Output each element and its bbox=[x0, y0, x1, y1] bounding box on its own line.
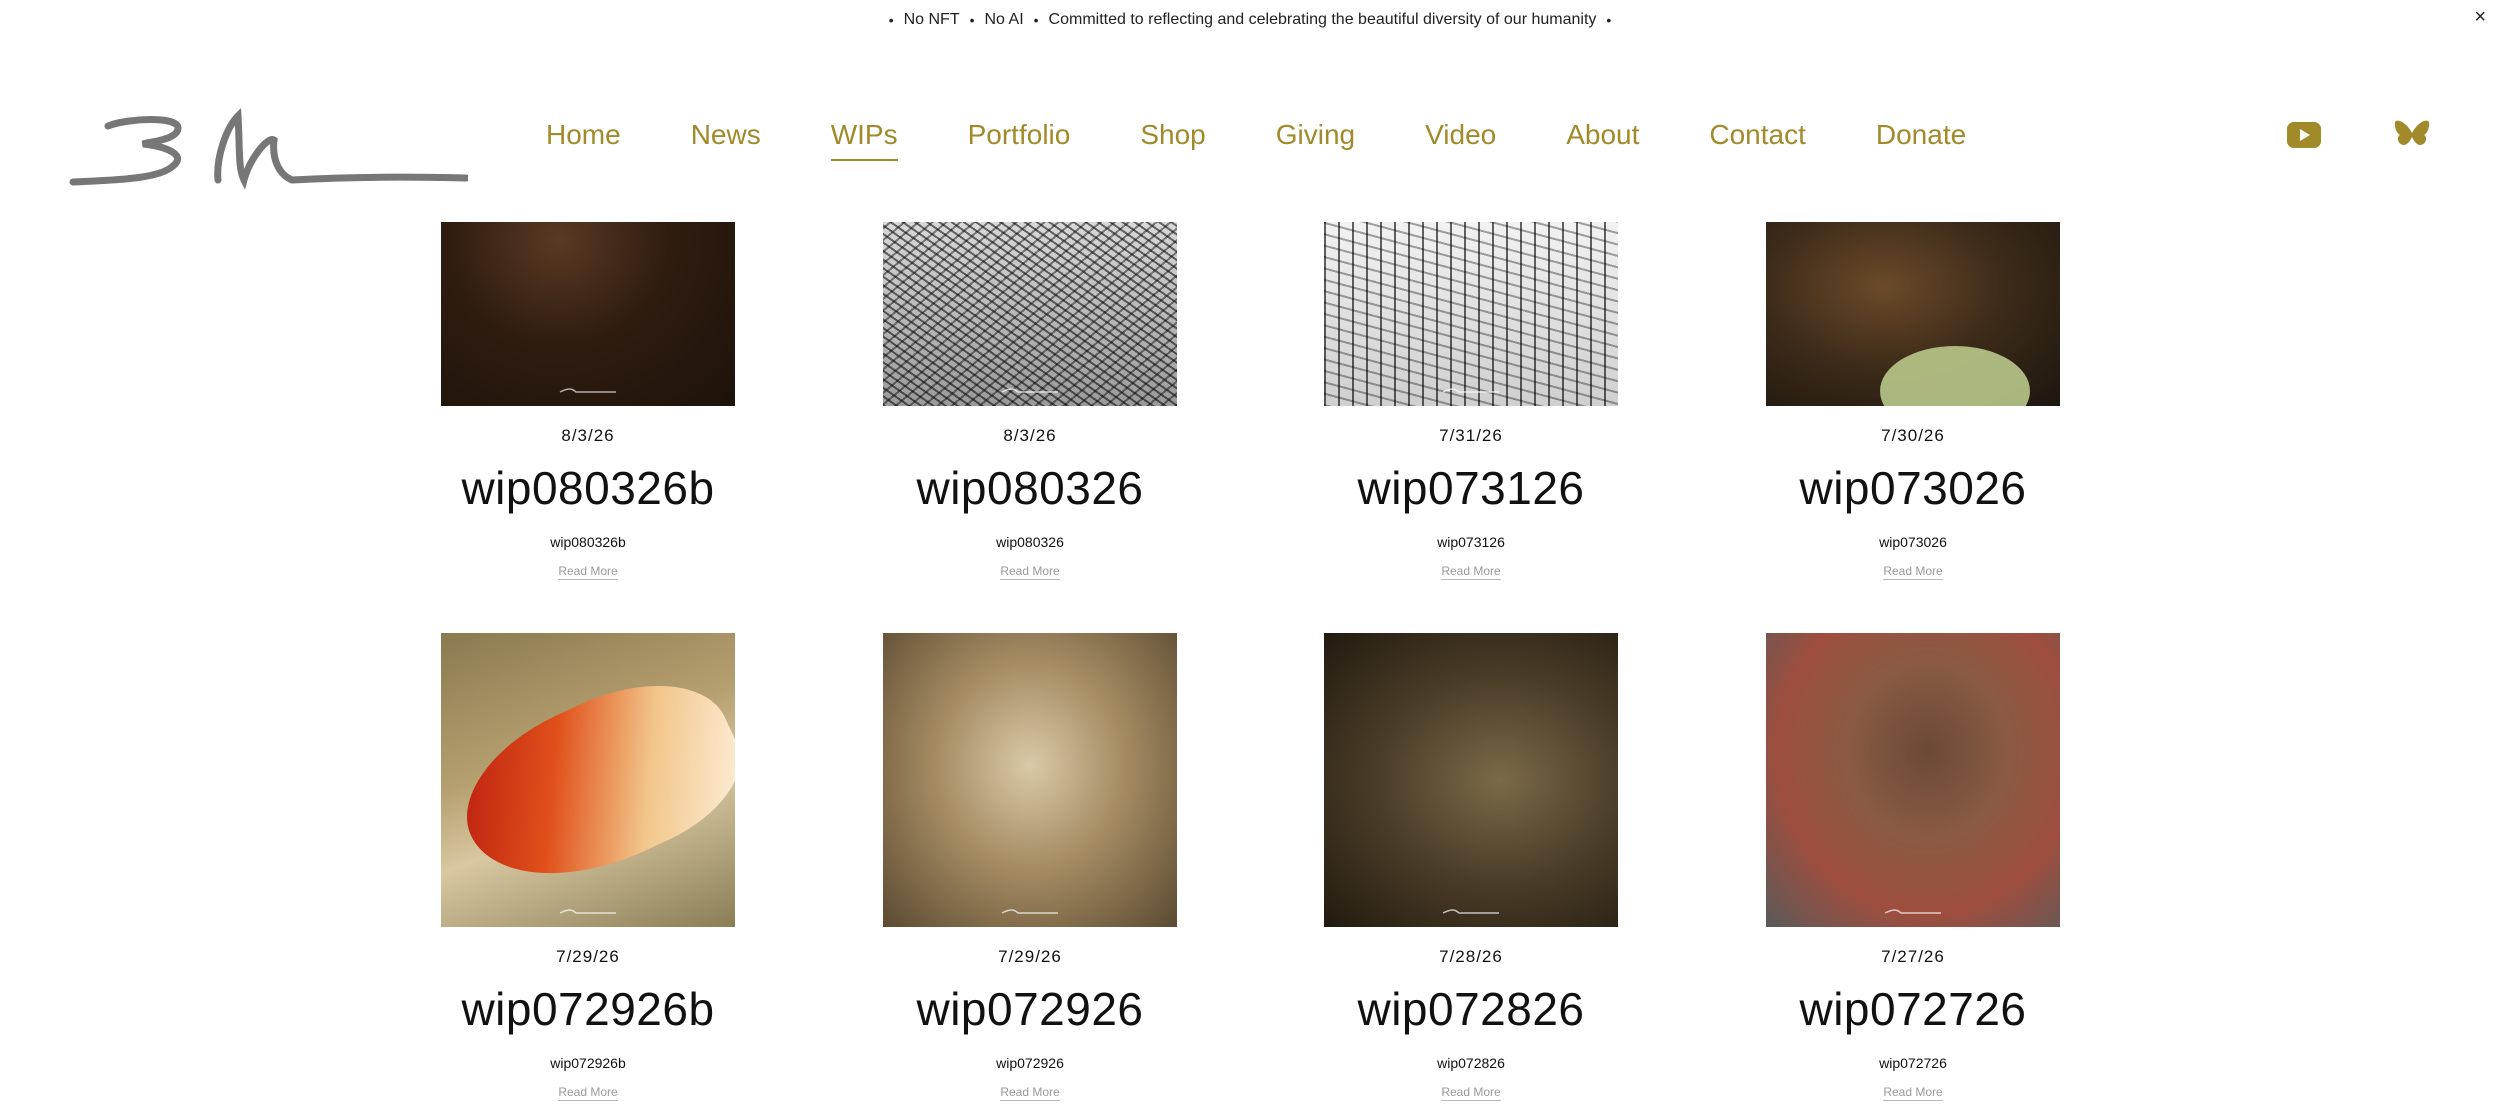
post-card[interactable]: 8/3/26 wip080326b wip080326b Read More bbox=[441, 222, 735, 580]
post-caption: wip073026 bbox=[1879, 534, 1947, 550]
post-thumbnail[interactable] bbox=[883, 633, 1177, 927]
wip-grid: 8/3/26 wip080326b wip080326b Read More 8… bbox=[0, 0, 2500, 1120]
read-more-link[interactable]: Read More bbox=[1883, 564, 1943, 580]
post-date: 7/28/26 bbox=[1439, 947, 1503, 966]
post-card[interactable]: 7/30/26 wip073026 wip073026 Read More bbox=[1766, 222, 2060, 580]
watermark-signature bbox=[1001, 909, 1058, 914]
post-date: 7/30/26 bbox=[1881, 426, 1945, 445]
watermark-signature bbox=[559, 909, 616, 914]
post-date: 7/29/26 bbox=[556, 947, 620, 966]
post-card[interactable]: 7/29/26 wip072926b wip072926b Read More bbox=[441, 633, 735, 1101]
post-title[interactable]: wip072726 bbox=[1766, 981, 2060, 1037]
watermark-signature bbox=[1884, 909, 1941, 914]
post-caption: wip072926 bbox=[996, 1055, 1064, 1071]
read-more-link[interactable]: Read More bbox=[1441, 564, 1501, 580]
post-caption: wip073126 bbox=[1437, 534, 1505, 550]
post-date: 7/27/26 bbox=[1881, 947, 1945, 966]
watermark-signature bbox=[559, 388, 616, 393]
read-more-link[interactable]: Read More bbox=[558, 564, 618, 580]
post-caption: wip072926b bbox=[550, 1055, 626, 1071]
post-title[interactable]: wip080326b bbox=[441, 460, 735, 516]
post-caption: wip072726 bbox=[1879, 1055, 1947, 1071]
post-title[interactable]: wip080326 bbox=[883, 460, 1177, 516]
post-caption: wip072826 bbox=[1437, 1055, 1505, 1071]
post-thumbnail[interactable] bbox=[441, 222, 735, 406]
post-date: 8/3/26 bbox=[561, 426, 615, 445]
post-title[interactable]: wip073126 bbox=[1324, 460, 1618, 516]
post-date: 8/3/26 bbox=[1003, 426, 1057, 445]
watermark-signature bbox=[1001, 388, 1058, 393]
post-title[interactable]: wip072926 bbox=[883, 981, 1177, 1037]
watermark-signature bbox=[1442, 388, 1499, 393]
read-more-link[interactable]: Read More bbox=[1441, 1085, 1501, 1101]
post-title[interactable]: wip072926b bbox=[441, 981, 735, 1037]
post-date: 7/31/26 bbox=[1439, 426, 1503, 445]
post-card[interactable]: 7/31/26 wip073126 wip073126 Read More bbox=[1324, 222, 1618, 580]
post-thumbnail[interactable] bbox=[441, 633, 735, 927]
post-card[interactable]: 7/28/26 wip072826 wip072826 Read More bbox=[1324, 633, 1618, 1101]
watermark-signature bbox=[1442, 909, 1499, 914]
post-card[interactable]: 7/27/26 wip072726 wip072726 Read More bbox=[1766, 633, 2060, 1101]
post-title[interactable]: wip073026 bbox=[1766, 460, 2060, 516]
post-thumbnail[interactable] bbox=[1324, 222, 1618, 406]
post-title[interactable]: wip072826 bbox=[1324, 981, 1618, 1037]
post-thumbnail[interactable] bbox=[1324, 633, 1618, 927]
post-card[interactable]: 7/29/26 wip072926 wip072926 Read More bbox=[883, 633, 1177, 1101]
read-more-link[interactable]: Read More bbox=[1000, 564, 1060, 580]
post-caption: wip080326b bbox=[550, 534, 626, 550]
post-thumbnail[interactable] bbox=[1766, 633, 2060, 927]
read-more-link[interactable]: Read More bbox=[1000, 1085, 1060, 1101]
post-thumbnail[interactable] bbox=[883, 222, 1177, 406]
post-caption: wip080326 bbox=[996, 534, 1064, 550]
post-card[interactable]: 8/3/26 wip080326 wip080326 Read More bbox=[883, 222, 1177, 580]
post-thumbnail[interactable] bbox=[1766, 222, 2060, 406]
read-more-link[interactable]: Read More bbox=[558, 1085, 618, 1101]
post-date: 7/29/26 bbox=[998, 947, 1062, 966]
read-more-link[interactable]: Read More bbox=[1883, 1085, 1943, 1101]
